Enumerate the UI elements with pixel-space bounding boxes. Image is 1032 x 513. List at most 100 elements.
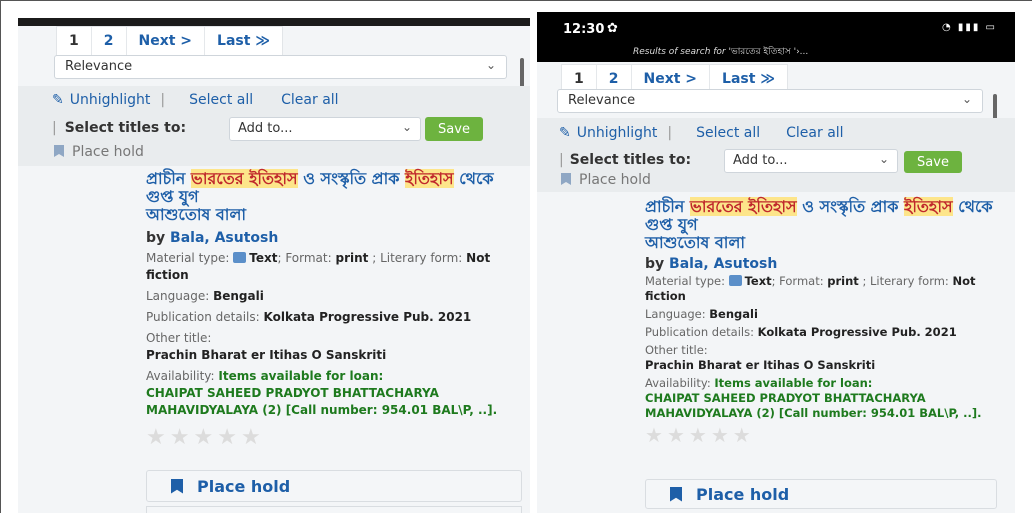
author-line: by Bala, Asutosh [146, 230, 524, 246]
other-title: Other title: Prachin Bharat er Itihas O … [645, 343, 1003, 373]
title-text: প্রাচীন [645, 197, 690, 216]
star-icon[interactable]: ★ [645, 423, 667, 447]
text-document-icon [728, 275, 742, 286]
page-2-link[interactable]: 2 [92, 27, 127, 55]
add-to-select[interactable]: Add to... ⌄ [229, 117, 421, 141]
author-line: by Bala, Asutosh [645, 256, 1003, 272]
availability-status: Items available for loan: [714, 376, 873, 390]
separator: | [667, 125, 673, 141]
other-title-label: Other title: [146, 331, 212, 345]
title-text: প্রাচীন [146, 169, 191, 188]
screenshot-left: 1 2 Next > Last ≫ Relevance ⌄ ✎ Unhighlig… [18, 18, 530, 513]
literary-form-label: ; Literary form: [862, 274, 949, 288]
unhighlight-link[interactable]: Unhighlight [577, 125, 658, 141]
other-title: Other title: Prachin Bharat er Itihas O … [146, 330, 524, 364]
save-button[interactable]: Save [904, 151, 962, 173]
page-header-subtitle: Results of search for 'ভারতের ইতিহাস '›.… [633, 44, 808, 59]
place-hold-toolbar-link[interactable]: Place hold [561, 172, 651, 188]
language: Language: Bengali [645, 307, 1003, 322]
add-to-value: Add to... [238, 121, 293, 136]
search-result-record: প্রাচীন ভারতের ইতিহাস ও সংস্কৃতি প্রাক ই… [146, 169, 524, 450]
add-to-value: Add to... [733, 153, 788, 168]
toolbar-links-row: ✎ Unhighlight | Select all Clear all [52, 92, 339, 108]
clear-all-link[interactable]: Clear all [786, 125, 843, 141]
subtitle-prefix: Results of search for [633, 47, 726, 57]
toolbar-links-row: ✎ Unhighlight | Select all Clear all [559, 125, 844, 141]
select-titles-row: | Select titles to: [52, 120, 186, 136]
title-text: ও সংস্কৃতি প্রাক [297, 169, 406, 188]
place-hold-button-label: Place hold [696, 484, 790, 504]
record-title-link[interactable]: প্রাচীন ভারতের ইতিহাস ও সংস্কৃতি প্রাক ই… [146, 169, 524, 224]
format-value: print [827, 274, 859, 288]
place-hold-toolbar-link[interactable]: Place hold [54, 144, 144, 160]
star-icon[interactable]: ★ [193, 425, 217, 450]
last-page-link[interactable]: Last ≫ [205, 27, 282, 55]
record-title-link[interactable]: প্রাচীন ভারতের ইতিহাস ও সংস্কৃতি প্রাক ই… [645, 197, 1003, 252]
title-highlight: ভারতের ইতিহাস [689, 197, 797, 216]
availability-detail: CHAIPAT SAHEED PRADYOT BHATTACHARYA MAHA… [146, 386, 498, 417]
title-highlight: ভারতের ইতিহাস [190, 169, 298, 188]
availability-status: Items available for loan: [218, 369, 384, 383]
sort-select[interactable]: Relevance ⌄ [54, 55, 507, 79]
place-hold-toolbar-label: Place hold [579, 172, 651, 188]
page-1-link[interactable]: 1 [57, 27, 92, 55]
title-highlight: ইতিহাস [405, 169, 454, 188]
phone-status-bar: 12:30 ✿ ◔ ▮▮▮ ▭ Results of search for 'ভ… [537, 12, 1015, 62]
frame-left-border [0, 0, 1, 513]
star-icon[interactable]: ★ [667, 423, 689, 447]
place-hold-button[interactable]: Place hold [146, 470, 522, 502]
select-all-link[interactable]: Select all [189, 92, 253, 108]
select-titles-label: Select titles to: [64, 120, 187, 136]
format-label: ; Format: [277, 251, 332, 265]
chevron-down-icon: ⌄ [401, 120, 412, 134]
literary-form-label: ; Literary form: [372, 251, 463, 265]
select-titles-label: Select titles to: [569, 152, 692, 168]
by-label: by [146, 230, 166, 246]
add-to-select[interactable]: Add to... ⌄ [724, 149, 898, 173]
unhighlight-link[interactable]: Unhighlight [70, 92, 151, 108]
material-type-label: Material type: [645, 274, 725, 288]
next-page-link[interactable]: Next > [127, 27, 206, 55]
availability: Availability: Items available for loan: … [146, 368, 524, 419]
availability-label: Availability: [146, 369, 215, 383]
title-author-line: আশুতোষ বালা [645, 233, 746, 252]
place-hold-button[interactable]: Place hold [645, 479, 997, 509]
star-icon[interactable]: ★ [170, 425, 194, 450]
availability: Availability: Items available for loan: … [645, 376, 1003, 421]
format-label: ; Format: [771, 274, 824, 288]
bookmark-icon [561, 173, 571, 185]
subtitle-query: 'ভারতের ইতিহাস '›... [728, 47, 809, 57]
place-hold-button-label: Place hold [197, 476, 291, 496]
star-icon[interactable]: ★ [733, 423, 755, 447]
place-hold-toolbar-label: Place hold [72, 144, 144, 160]
star-icon[interactable]: ★ [689, 423, 711, 447]
other-title-value: Prachin Bharat er Itihas O Sanskriti [146, 348, 387, 362]
next-button-edge [146, 506, 522, 513]
author-link[interactable]: Bala, Asutosh [669, 256, 777, 272]
star-icon[interactable]: ★ [711, 423, 733, 447]
clear-all-link[interactable]: Clear all [281, 92, 338, 108]
star-icon[interactable]: ★ [241, 425, 265, 450]
language-label: Language: [645, 307, 706, 321]
select-titles-row: | Select titles to: [559, 152, 691, 168]
other-title-value: Prachin Bharat er Itihas O Sanskriti [645, 358, 876, 372]
rating-stars[interactable]: ★★★★★ [146, 425, 524, 450]
star-icon[interactable]: ★ [217, 425, 241, 450]
star-icon[interactable]: ★ [146, 425, 170, 450]
sort-selected-value: Relevance [65, 59, 133, 74]
pencil-icon: ✎ [559, 125, 571, 141]
settings-gear-icon: ✿ [607, 21, 618, 36]
separator: | [52, 120, 57, 136]
bookmark-icon [54, 145, 64, 157]
material-type-value: Text [249, 251, 278, 265]
language-value: Bengali [709, 307, 758, 321]
chevron-down-icon: ⌄ [878, 152, 889, 166]
title-text: ও সংস্কৃতি প্রাক [796, 197, 905, 216]
author-link[interactable]: Bala, Asutosh [170, 230, 278, 246]
select-all-link[interactable]: Select all [696, 125, 760, 141]
save-button[interactable]: Save [425, 117, 483, 141]
material-type-value: Text [744, 274, 772, 288]
language-value: Bengali [213, 289, 264, 303]
rating-stars[interactable]: ★★★★★ [645, 423, 1003, 447]
sort-select[interactable]: Relevance ⌄ [557, 89, 983, 113]
